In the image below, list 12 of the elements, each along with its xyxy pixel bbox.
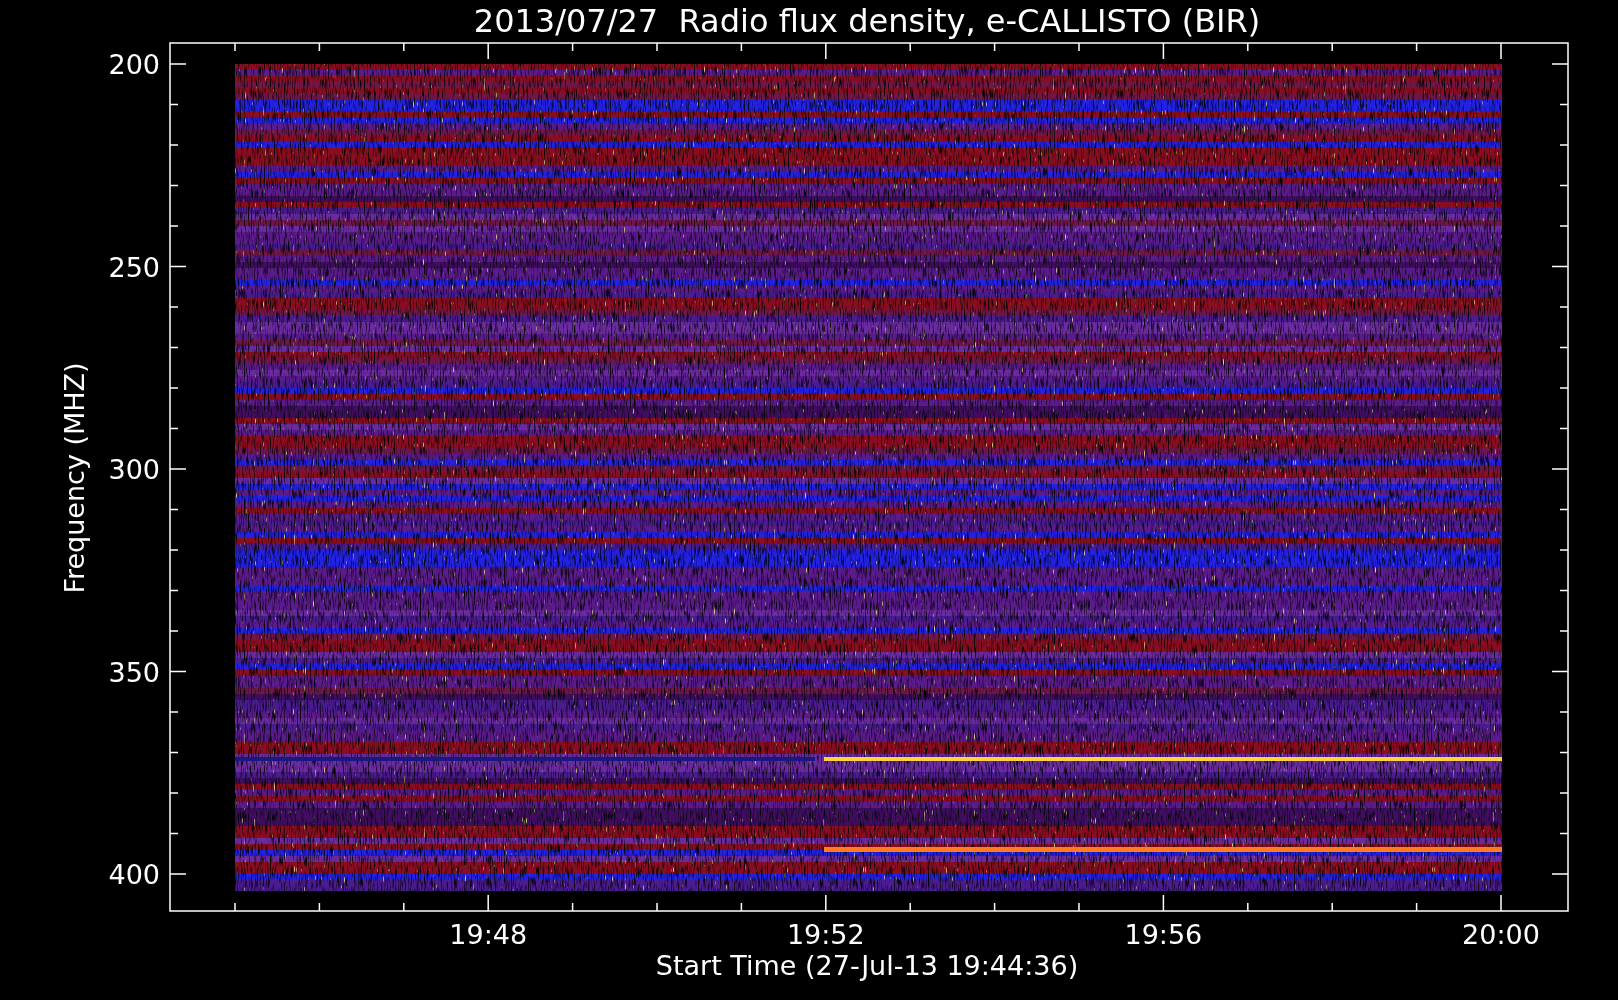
y-tick-label: 250 xyxy=(108,251,160,283)
chart-title: 2013/07/27 Radio flux density, e-CALLISTO (BIR) xyxy=(473,2,1261,40)
y-tick-label: 400 xyxy=(108,859,160,890)
x-axis-label: Start Time (27-Jul-13 19:44:36) xyxy=(655,950,1079,981)
x-tick-label: 20:00 xyxy=(1462,919,1540,950)
y-tick-label: 300 xyxy=(108,454,160,485)
y-axis-label: Frequency (MHZ) xyxy=(59,362,90,594)
y-tick-label: 350 xyxy=(108,656,160,688)
x-tick-label: 19:52 xyxy=(786,919,865,950)
x-tick-label: 19:56 xyxy=(1124,919,1203,950)
y-tick-label: 200 xyxy=(108,49,160,80)
x-tick-label: 19:48 xyxy=(449,919,528,950)
